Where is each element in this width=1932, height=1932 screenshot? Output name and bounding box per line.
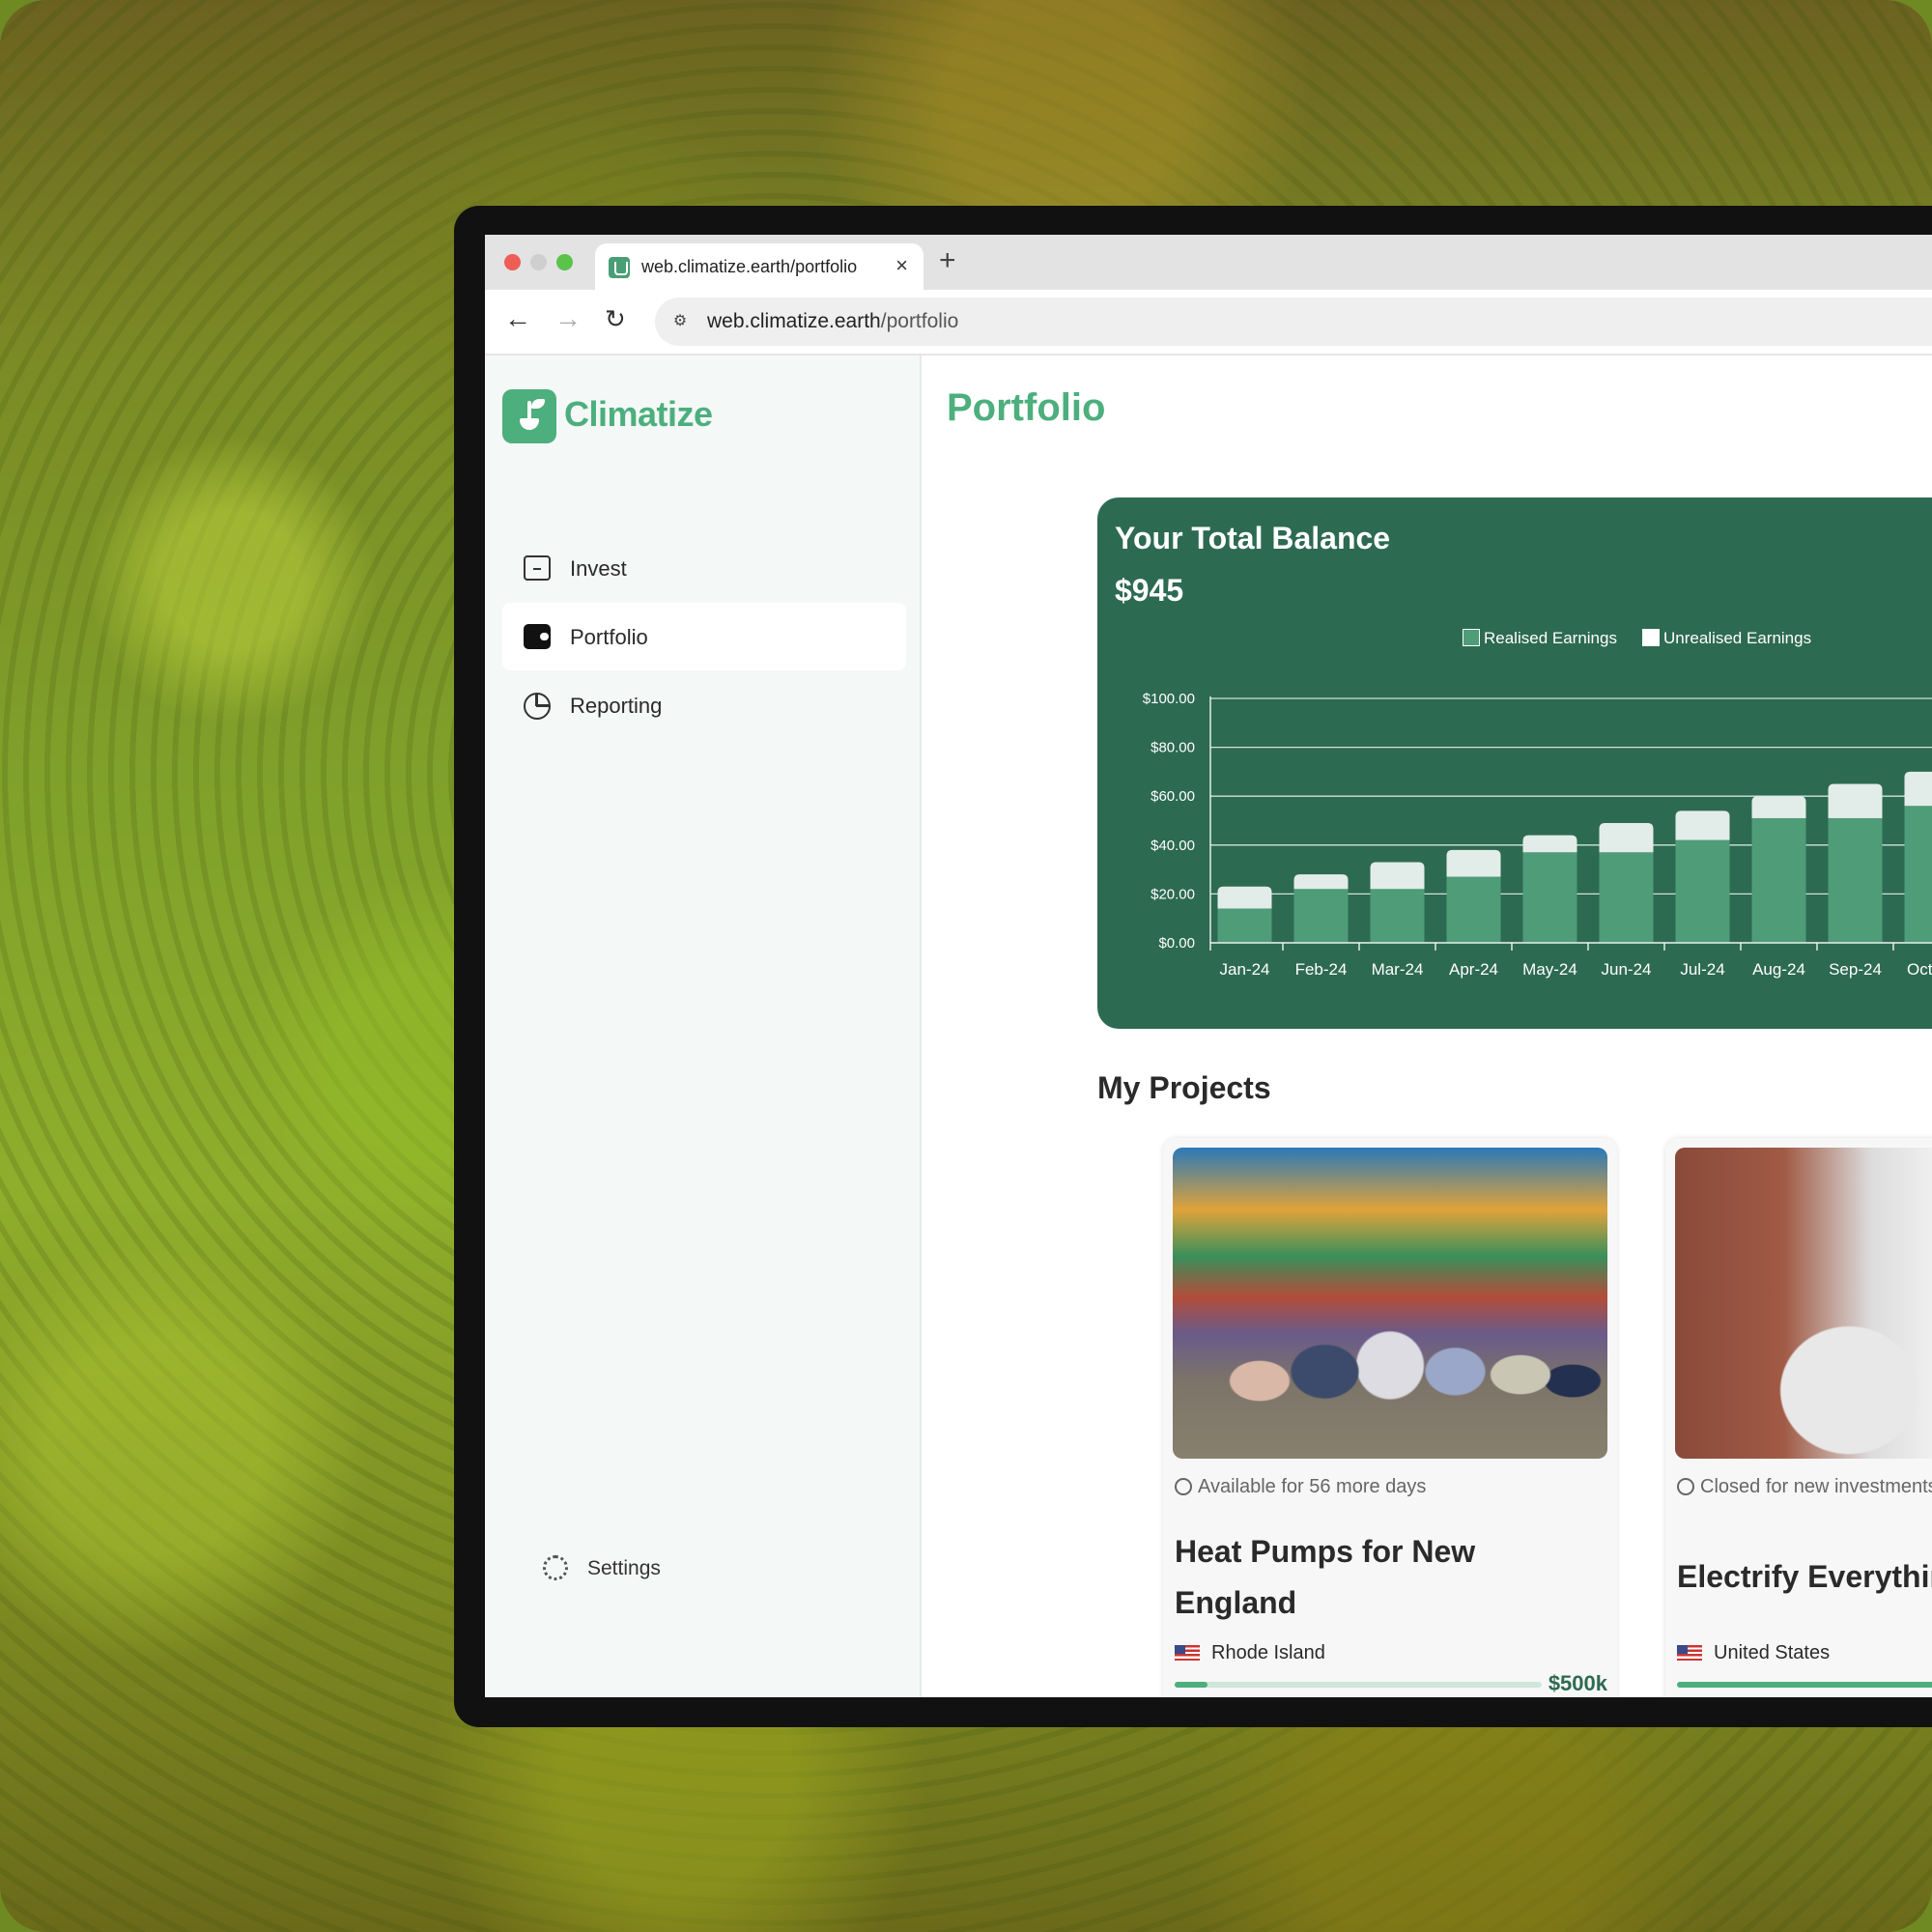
sidebar-item-reporting[interactable]: Reporting [502,671,906,739]
reload-icon[interactable]: ↻ [605,304,626,334]
x-tick-label: May-24 [1522,960,1577,979]
pie-chart-icon [524,693,551,720]
bar-unrealised [1522,835,1577,853]
tab-bar: web.climatize.earth/portfolio × + [485,235,1932,290]
bar-realised [1522,852,1577,943]
funding-progress-bar [1677,1682,1932,1688]
maximize-window-button[interactable] [556,254,573,270]
my-projects-title: My Projects [1097,1070,1271,1105]
y-tick-label: $80.00 [1151,740,1195,756]
x-tick-label: Feb-24 [1295,960,1348,979]
bar-unrealised [1904,771,1932,807]
bar-unrealised [1675,810,1730,840]
project-status-text: Available for 56 more days [1198,1476,1427,1497]
sidebar-item-label: Reporting [570,694,663,718]
browser-window: web.climatize.earth/portfolio × + ← → ↻ … [485,235,1932,1697]
clock-icon [1677,1478,1694,1495]
bar-realised [1904,806,1932,943]
sidebar-item-invest[interactable]: Invest [502,534,906,602]
sidebar-item-label: Portfolio [570,625,648,649]
x-tick-label: Aug-24 [1752,960,1805,979]
page-title: Portfolio [947,386,1106,429]
funding-progress-fill [1175,1682,1208,1688]
y-tick-label: $20.00 [1151,886,1195,902]
bar-realised [1217,908,1272,943]
settings-label: Settings [587,1557,661,1579]
y-tick-label: $60.00 [1151,788,1195,805]
us-flag-icon [1677,1645,1702,1661]
funding-goal: $500k [1548,1671,1607,1695]
project-name[interactable]: Heat Pumps for New England [1175,1526,1600,1629]
url-text[interactable]: web.climatize.earth/portfolio [707,310,958,333]
site-settings-icon[interactable]: ⚙ [668,310,692,333]
sidebar-item-settings[interactable]: Settings [543,1555,736,1594]
balance-card: Your Total Balance $945 Realised Earning… [1097,497,1932,1029]
project-location-text: United States [1714,1642,1831,1663]
bar-realised [1675,839,1730,943]
new-tab-button[interactable]: + [939,244,956,277]
bar-unrealised [1599,823,1654,853]
x-tick-label: Apr-24 [1449,960,1498,979]
y-tick-label: $40.00 [1151,838,1195,854]
us-flag-icon [1175,1645,1200,1661]
url-path: /portfolio [880,310,959,332]
minimize-window-button[interactable] [530,254,547,270]
sidebar-item-portfolio[interactable]: Portfolio [502,603,906,670]
project-location-text: Rhode Island [1211,1642,1325,1663]
project-location: United States [1677,1642,1830,1664]
folder-icon [524,555,551,581]
leaf-icon [531,399,545,409]
x-tick-label: Jun-24 [1602,960,1652,979]
clock-icon [1175,1478,1192,1495]
climatize-logo-icon[interactable] [502,389,556,443]
bar-unrealised [1828,783,1883,818]
address-bar[interactable]: ⚙ web.climatize.earth/portfolio [655,298,1932,346]
y-tick-label: $0.00 [1158,935,1195,952]
x-tick-label: Oct-24 [1907,960,1932,979]
bar-realised [1751,817,1806,943]
project-status: Available for 56 more days [1175,1476,1426,1498]
project-location: Rhode Island [1175,1642,1325,1664]
project-photo [1173,1148,1607,1459]
y-tick-label: $100.00 [1143,691,1195,707]
project-photo [1675,1148,1932,1459]
close-window-button[interactable] [504,254,521,270]
sidebar-item-label: Invest [570,556,627,581]
bar-realised [1293,889,1349,943]
tab-title: web.climatize.earth/portfolio [641,257,858,276]
gear-icon [543,1555,568,1580]
url-host: web.climatize.earth [707,310,881,332]
project-status-text: Closed for new investments [1700,1476,1932,1497]
project-name[interactable]: Electrify Everything [1677,1551,1932,1603]
x-tick-label: Sep-24 [1829,960,1882,979]
forward-icon[interactable]: → [554,303,582,334]
bar-unrealised [1751,796,1806,818]
earnings-bar-chart: $0.00 $20.00 $40.00 $60.00 $80.00 $100.00 Jan-… [1143,691,1932,979]
tab-close-icon[interactable]: × [895,253,908,278]
bar-unrealised [1446,849,1501,877]
funding-progress-bar [1175,1682,1542,1688]
bar-unrealised [1293,874,1349,890]
bar-realised [1370,889,1425,943]
x-tick-label: Jan-24 [1220,960,1270,979]
address-bar-row: ← → ↻ ⚙ web.climatize.earth/portfolio [485,290,1932,355]
x-tick-label: Mar-24 [1372,960,1424,979]
back-icon[interactable]: ← [504,303,531,334]
bar-unrealised [1370,862,1425,890]
funding-progress-fill [1677,1682,1932,1688]
project-status: Closed for new investments [1677,1476,1932,1498]
favicon-icon [609,257,630,278]
bar-realised [1599,852,1654,943]
sidebar: Climatize Invest Portfolio Reporting Set… [485,355,922,1697]
bar-unrealised [1217,886,1272,909]
bar-realised [1446,876,1501,943]
bar-realised [1828,817,1883,943]
browser-tab[interactable]: web.climatize.earth/portfolio × [595,243,923,290]
x-tick-label: Jul-24 [1680,960,1724,979]
project-card[interactable]: Closed for new investments Electrify Eve… [1665,1138,1932,1697]
logo-text[interactable]: Climatize [564,394,713,435]
wallet-icon [524,624,551,649]
project-card[interactable]: Available for 56 more days Heat Pumps fo… [1163,1138,1617,1697]
